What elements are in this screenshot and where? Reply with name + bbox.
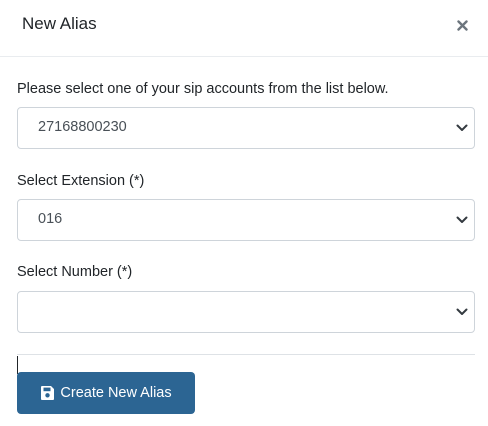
chevron-down-icon: [456, 216, 468, 223]
text-cursor: [17, 356, 18, 374]
footer-divider: [17, 354, 475, 355]
sip-account-select[interactable]: 27168800230: [17, 107, 475, 149]
chevron-down-icon: [456, 124, 468, 131]
modal-title: New Alias: [22, 14, 97, 33]
extension-value: 016: [38, 211, 63, 227]
sip-account-label: Please select one of your sip accounts f…: [17, 81, 389, 97]
close-button[interactable]: [452, 13, 472, 37]
modal-header: New Alias: [0, 0, 488, 57]
close-icon: [456, 19, 468, 31]
number-select[interactable]: [17, 291, 475, 333]
save-icon: [40, 385, 55, 401]
new-alias-modal: New Alias Please select one of your sip …: [0, 0, 488, 426]
number-label: Select Number (*): [17, 264, 133, 280]
create-new-alias-button[interactable]: Create New Alias: [17, 372, 195, 414]
extension-label: Select Extension (*): [17, 173, 145, 189]
create-new-alias-label: Create New Alias: [60, 385, 172, 401]
chevron-down-icon: [456, 308, 468, 315]
sip-account-value: 27168800230: [38, 119, 127, 135]
extension-select[interactable]: 016: [17, 199, 475, 241]
